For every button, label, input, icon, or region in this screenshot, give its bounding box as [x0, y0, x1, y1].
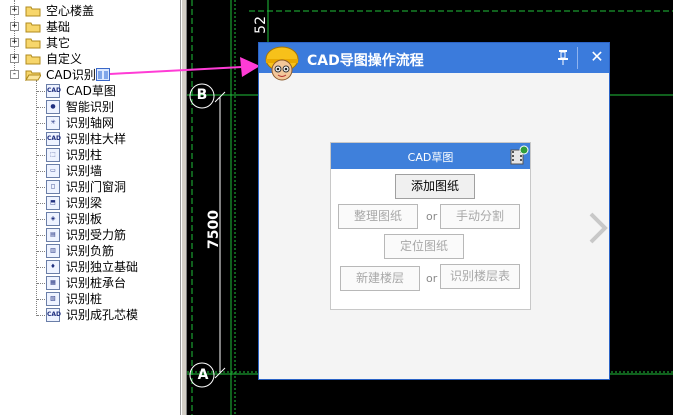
tree-folder-label: 自定义 — [46, 52, 83, 66]
isolated-footing-icon: ♦ — [46, 260, 60, 274]
cad-sketch-icon: CAD — [46, 84, 61, 98]
beam-icon: ⬒ — [46, 196, 60, 210]
axis-label-a: A — [197, 367, 209, 383]
folder-icon — [25, 6, 41, 17]
or-label: or — [426, 272, 438, 285]
new-floor-button[interactable]: 新建楼层 — [340, 266, 420, 291]
tree-item-label: 识别成孔芯模 — [66, 308, 139, 322]
folder-icon — [25, 22, 41, 33]
folder-icon — [25, 38, 41, 49]
tree-folder-label: 其它 — [46, 36, 71, 50]
expand-toggle[interactable]: + — [10, 38, 19, 47]
close-button[interactable]: ✕ — [587, 47, 607, 67]
axis-label-b: B — [196, 87, 208, 103]
pin-icon[interactable] — [555, 49, 571, 67]
tree-connector — [37, 123, 45, 124]
tree-connector — [37, 235, 45, 236]
tree-item-label: 识别桩承台 — [66, 276, 127, 290]
tree-connector — [37, 155, 45, 156]
mascot-logo-icon — [265, 46, 299, 81]
tree-connector — [37, 107, 45, 108]
collapse-toggle[interactable]: - — [10, 70, 19, 79]
pointer-arrow — [109, 57, 260, 77]
card-header: CAD草图 — [331, 143, 530, 169]
negative-rebar-icon: ▥ — [46, 244, 60, 258]
expand-toggle[interactable]: + — [10, 54, 19, 63]
tree-item-label: CAD草图 — [66, 84, 116, 98]
tree-item-label: 识别桩 — [66, 292, 103, 306]
tree-item-label: 识别墙 — [66, 164, 103, 178]
column-icon: ⬚ — [46, 148, 60, 162]
tree-connector — [37, 187, 45, 188]
door-window-icon: ◻ — [46, 180, 60, 194]
tree-connector — [37, 91, 45, 92]
stress-rebar-icon: ▤ — [46, 228, 60, 242]
slab-icon: ◈ — [46, 212, 60, 226]
film-help-icon[interactable] — [509, 145, 529, 166]
card-title: CAD草图 — [407, 151, 454, 164]
tree-item-label: 识别受力筋 — [66, 228, 127, 242]
expand-toggle[interactable]: + — [10, 22, 19, 31]
tree-item-label: 智能识别 — [66, 100, 115, 114]
axis-grid-icon: ✳ — [46, 116, 60, 130]
tree-item-label: 识别门窗洞 — [66, 180, 127, 194]
tree-item-label: 识别轴网 — [66, 116, 115, 130]
manual-split-button[interactable]: 手动分割 — [440, 204, 520, 229]
title-separator — [577, 47, 578, 69]
hole-core-icon: CAD — [46, 308, 61, 322]
dimension-label-7500: 7500 — [206, 210, 222, 249]
tree-item-label: 识别梁 — [66, 196, 103, 210]
smart-recognize-icon: ● — [46, 100, 60, 114]
dialog-title: CAD导图操作流程 — [307, 53, 424, 69]
wall-icon: ▭ — [46, 164, 60, 178]
recognize-floor-table-button[interactable]: 识别楼层表 — [440, 264, 520, 289]
tree-connector — [37, 251, 45, 252]
tree-connector — [37, 203, 45, 204]
pile-icon: ▧ — [46, 292, 60, 306]
tree-connector — [37, 139, 45, 140]
tree-folder-label: 基础 — [46, 20, 71, 34]
tree-connector — [37, 219, 45, 220]
tree-connector — [37, 267, 45, 268]
tree-item-label: 识别独立基础 — [66, 260, 139, 274]
column-detail-icon: CAD — [46, 132, 61, 146]
tree-connector — [37, 283, 45, 284]
next-step-arrow-icon[interactable] — [586, 210, 610, 246]
tree-item-label: 识别柱 — [66, 148, 103, 162]
tree-connector — [37, 171, 45, 172]
add-drawing-button[interactable]: 添加图纸 — [395, 174, 475, 199]
tree-item-label: 识别板 — [66, 212, 103, 226]
tree-connector — [37, 315, 45, 316]
tree-connector — [36, 80, 37, 316]
folder-icon — [25, 54, 41, 65]
tree-folder-label: CAD识别 — [46, 67, 96, 83]
or-label: or — [426, 210, 438, 223]
dimension-label-top: 52 — [253, 16, 269, 34]
tree-folder-label: 空心楼盖 — [46, 4, 95, 18]
tree-item-label: 识别柱大样 — [66, 132, 127, 146]
tree-connector — [37, 299, 45, 300]
open-folder-icon — [25, 70, 41, 81]
tree-item-label: 识别负筋 — [66, 244, 115, 258]
dialog-title-bar[interactable]: CAD导图操作流程 ✕ — [259, 43, 609, 73]
expand-toggle[interactable]: + — [10, 6, 19, 15]
locate-drawing-button[interactable]: 定位图纸 — [384, 234, 464, 259]
arrange-drawing-button[interactable]: 整理图纸 — [338, 204, 418, 229]
pile-cap-icon: ▦ — [46, 276, 60, 290]
